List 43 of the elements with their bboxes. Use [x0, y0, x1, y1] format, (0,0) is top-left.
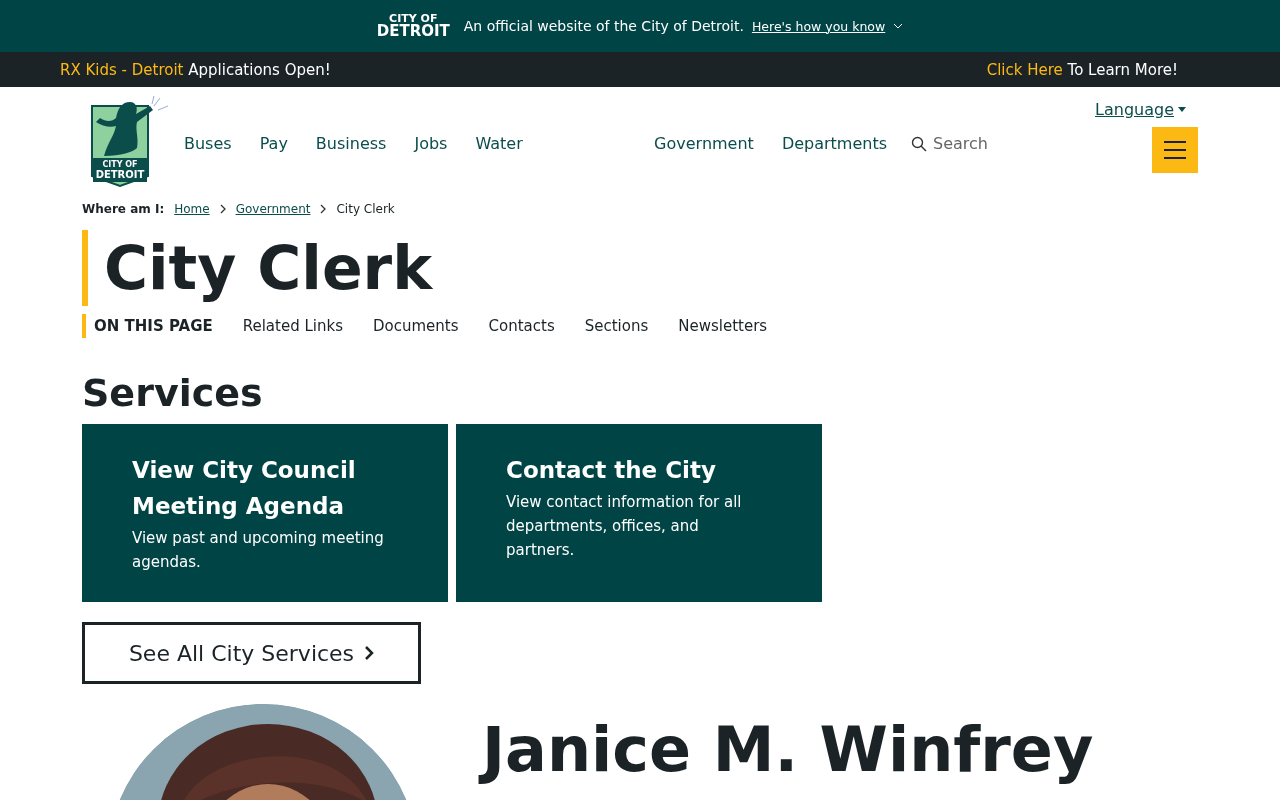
nav-link[interactable]: Government	[654, 134, 754, 153]
learn-more-link[interactable]: Click Here To Learn More!	[986, 60, 1178, 79]
menu-icon	[1164, 141, 1186, 159]
breadcrumb-link[interactable]: Home	[174, 202, 210, 216]
card-title: View City Council Meeting Agenda	[132, 456, 357, 521]
nav-link[interactable]: Water	[475, 134, 523, 153]
caret-icon	[1178, 107, 1186, 112]
how-you-know-link[interactable]: Here's how you know	[751, 18, 886, 34]
nav-link[interactable]: Buses	[184, 134, 232, 153]
breadcrumb-label: Where am I:	[82, 202, 165, 216]
chevron-right-icon	[219, 204, 226, 214]
breadcrumb-link[interactable]: Government	[235, 202, 311, 216]
chevron-right-icon	[364, 645, 375, 661]
see-all-services-button[interactable]: See All City Services	[82, 622, 421, 684]
section-link[interactable]: Documents	[373, 317, 459, 335]
nav-link[interactable]: Jobs	[414, 134, 448, 153]
alert-link[interactable]: RX Kids - Detroit Applications Open!	[60, 60, 331, 79]
section-heading: Services	[82, 370, 264, 416]
nav-link[interactable]: Business	[315, 134, 387, 153]
chevron-right-icon	[320, 204, 327, 214]
section-link[interactable]: Related Links	[242, 317, 343, 335]
banner-logo-text: DETROIT	[376, 24, 450, 39]
banner-logo-text: CITY OF	[389, 13, 438, 24]
card-description: View past and upcoming meeting agendas.	[132, 528, 385, 573]
nav-link[interactable]: Departments	[781, 134, 888, 153]
breadcrumb-current: City Clerk	[336, 202, 395, 216]
logo-text: DETROIT	[95, 168, 145, 180]
logo-text: CITY OF	[102, 159, 138, 169]
chevron-down-icon	[893, 23, 904, 29]
card-title: Contact the City	[506, 456, 717, 485]
banner-text: An official website of the City of Detroit.	[463, 18, 744, 34]
page-title: City Clerk	[82, 230, 1198, 306]
on-this-page-label: ON THIS PAGE	[94, 317, 213, 335]
section-link[interactable]: Sections	[584, 317, 649, 335]
section-link[interactable]: Newsletters	[678, 317, 768, 335]
service-card[interactable]: Contact the City View contact information for all departments, offices, and partners.	[456, 424, 822, 602]
nav-link[interactable]: Pay	[259, 134, 288, 153]
service-card[interactable]: View City Council Meeting Agenda View past and upcoming meeting agendas.	[82, 424, 448, 602]
language-dropdown[interactable]: Language	[1095, 100, 1186, 119]
card-description: View contact information for all departments, offices, and partners.	[506, 492, 743, 561]
search-icon	[911, 135, 928, 152]
section-link[interactable]: Contacts	[488, 317, 555, 335]
menu-button[interactable]	[1152, 127, 1198, 173]
